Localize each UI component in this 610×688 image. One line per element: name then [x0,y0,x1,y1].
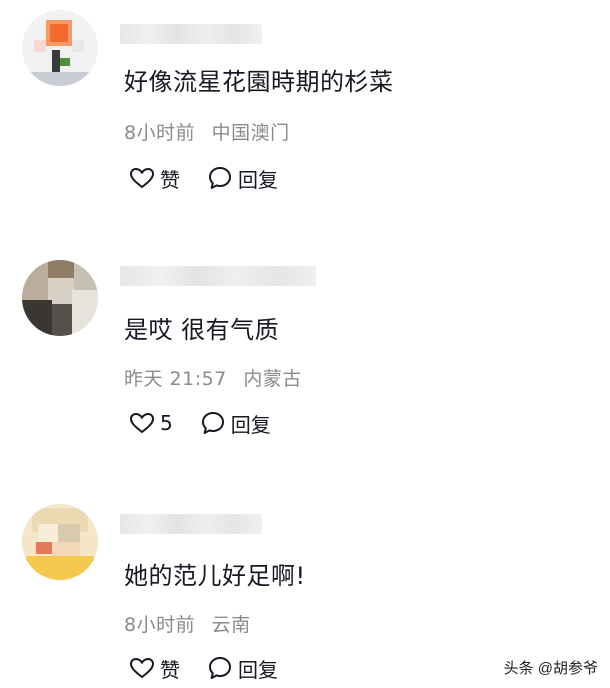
avatar-image [22,504,98,580]
heart-outline-icon [129,657,155,679]
comment-text: 她的范儿好足啊! [124,562,306,590]
avatar-image [22,10,98,86]
comment-item: 好像流星花園時期的杉菜 8小时前 中国澳门 赞 回复 [0,0,610,220]
comment-time: 昨天 21:57 [124,368,227,390]
comment-actions: 赞 回复 [128,162,304,194]
comment-time: 8小时前 [124,122,196,144]
avatar[interactable] [22,260,98,336]
comment-actions: 赞 回复 [128,652,304,684]
avatar[interactable] [22,10,98,86]
comment-item: 是哎 很有气质 昨天 21:57 内蒙古 5 回复 [0,250,610,470]
speech-bubble-icon [209,167,231,189]
username-redacted [120,24,262,44]
comment-meta: 8小时前 云南 [124,610,261,637]
like-label: 赞 [160,167,180,192]
like-button[interactable]: 赞 [128,654,180,683]
like-button[interactable]: 赞 [128,164,180,193]
like-label: 赞 [160,657,180,682]
comment-time: 8小时前 [124,614,196,636]
comment-location: 云南 [211,614,251,636]
speech-bubble-icon [209,657,231,679]
reply-label: 回复 [238,657,278,682]
like-count: 5 [160,411,173,435]
reply-label: 回复 [238,167,278,192]
watermark: 头条 @胡参爷 [503,660,598,677]
speech-bubble-icon [201,412,224,434]
reply-button[interactable]: 回复 [206,654,278,683]
heart-outline-icon [129,412,155,434]
comment-text: 好像流星花園時期的杉菜 [124,68,394,96]
username-redacted [120,514,262,534]
comment-actions: 5 回复 [128,407,297,439]
reply-label: 回复 [230,412,271,437]
comment-meta: 8小时前 中国澳门 [124,118,300,145]
reply-button[interactable]: 回复 [206,164,278,193]
heart-outline-icon [129,167,155,189]
comment-location: 内蒙古 [243,368,302,390]
avatar-image [22,260,98,336]
like-button[interactable]: 5 [128,409,173,437]
avatar[interactable] [22,504,98,580]
comment-text: 是哎 很有气质 [124,316,280,344]
username-redacted [120,266,316,286]
comment-location: 中国澳门 [211,122,290,144]
comment-meta: 昨天 21:57 内蒙古 [124,364,312,391]
reply-button[interactable]: 回复 [199,409,271,438]
